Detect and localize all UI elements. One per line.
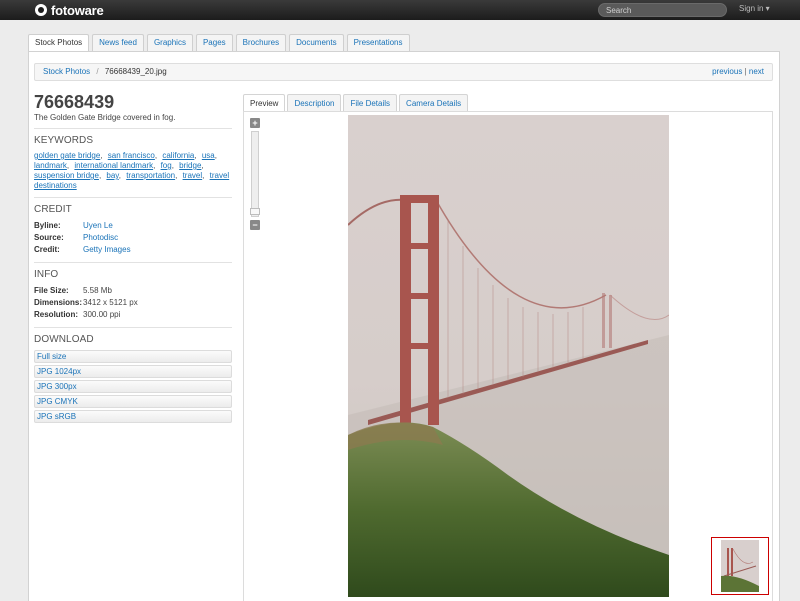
filesize-value: 5.58 Mb [83,286,112,295]
keyword-link[interactable]: travel [183,171,203,180]
top-bar: fotoware Sign in ▾ [0,0,800,20]
keywords-heading: KEYWORDS [34,135,94,146]
resolution-value: 300.00 ppi [83,310,121,319]
info-table: File Size: 5.58 Mb Dimensions: 3412 x 51… [34,285,138,321]
breadcrumb-current: 76668439_20.jpg [104,67,167,76]
tab-documents[interactable]: Documents [289,34,344,51]
breadcrumb-separator: / [96,67,99,76]
tab-file-details[interactable]: File Details [343,94,398,112]
divider [34,327,232,328]
download-jpg-300-button[interactable]: JPG 300px [34,380,232,393]
viewer-tabs: Preview Description File Details Camera … [243,94,470,113]
fotoware-logo[interactable]: fotoware [35,2,104,18]
previous-link[interactable]: previous [712,67,742,76]
asset-title: 76668439 [34,92,115,112]
keyword-link[interactable]: bay [106,171,118,180]
credit-link[interactable]: Getty Images [83,245,131,254]
breadcrumb-root[interactable]: Stock Photos [43,67,90,76]
byline-label: Byline: [34,221,61,230]
tab-graphics[interactable]: Graphics [146,34,193,51]
dimensions-label: Dimensions: [34,298,83,307]
download-full-size-button[interactable]: Full size [34,350,232,363]
archive-tabs: Stock Photos News feed Graphics Pages Br… [28,34,413,52]
keyword-link[interactable]: international landmark [74,161,153,170]
thumbnail-preview[interactable] [711,537,769,595]
download-options: Full size JPG 1024px JPG 300px JPG CMYK … [34,350,232,423]
source-label: Source: [34,233,64,242]
sign-in-menu[interactable]: Sign in ▾ [739,4,770,13]
metadata-panel: 76668439 The Golden Gate Bridge covered … [34,92,232,425]
table-row: Credit: Getty Images [34,244,131,256]
table-row: Byline: Uyen Le [34,220,131,232]
keyword-link[interactable]: fog [161,161,172,170]
tab-presentations[interactable]: Presentations [346,34,410,51]
golden-gate-photo [348,115,669,597]
info-heading: INFO [34,269,59,280]
dimensions-value: 3412 x 5121 px [83,298,138,307]
divider [34,128,232,129]
divider [34,262,232,263]
keyword-link[interactable]: usa [202,151,215,160]
tab-brochures[interactable]: Brochures [235,34,287,51]
asset-caption: The Golden Gate Bridge covered in fog. [34,113,176,122]
keyword-link[interactable]: california [162,151,194,160]
download-jpg-srgb-button[interactable]: JPG sRGB [34,410,232,423]
keyword-link[interactable]: transportation [126,171,175,180]
tab-stock-photos[interactable]: Stock Photos [28,34,90,52]
keyword-link[interactable]: golden gate bridge [34,151,100,160]
keyword-link[interactable]: suspension bridge [34,171,99,180]
keyword-link[interactable]: bridge [179,161,201,170]
table-row: File Size: 5.58 Mb [34,285,138,297]
credit-heading: CREDIT [34,204,72,215]
credit-table: Byline: Uyen Le Source: Photodisc Credit… [34,220,131,256]
next-link[interactable]: next [749,67,764,76]
tab-pages[interactable]: Pages [195,34,233,51]
credit-label: Credit: [34,245,60,254]
zoom-in-button[interactable]: + [250,118,260,128]
byline-link[interactable]: Uyen Le [83,221,113,230]
table-row: Dimensions: 3412 x 5121 px [34,297,138,309]
zoom-out-button[interactable]: − [250,220,260,230]
keyword-link[interactable]: landmark [34,161,67,170]
keywords-list: golden gate bridge, san francisco, calif… [34,151,230,190]
source-link[interactable]: Photodisc [83,233,118,242]
zoom-slider-handle[interactable] [250,208,260,215]
keyword-link[interactable]: san francisco [108,151,155,160]
tab-description[interactable]: Description [287,94,342,112]
breadcrumb: Stock Photos / 76668439_20.jpg previous … [34,63,773,81]
download-jpg-1024-button[interactable]: JPG 1024px [34,365,232,378]
logo-text: fotoware [51,2,104,18]
preview-image[interactable] [348,115,669,597]
search-input[interactable] [598,3,727,17]
table-row: Resolution: 300.00 ppi [34,309,138,321]
thumbnail-image [721,540,759,592]
pager-divider: | [744,67,747,76]
zoom-slider-track[interactable] [251,131,259,217]
download-heading: DOWNLOAD [34,334,94,345]
divider [34,197,232,198]
logo-icon [35,4,47,16]
table-row: Source: Photodisc [34,232,131,244]
tab-news-feed[interactable]: News feed [92,34,144,51]
tab-camera-details[interactable]: Camera Details [399,94,469,112]
filesize-label: File Size: [34,286,69,295]
download-jpg-cmyk-button[interactable]: JPG CMYK [34,395,232,408]
resolution-label: Resolution: [34,310,78,319]
